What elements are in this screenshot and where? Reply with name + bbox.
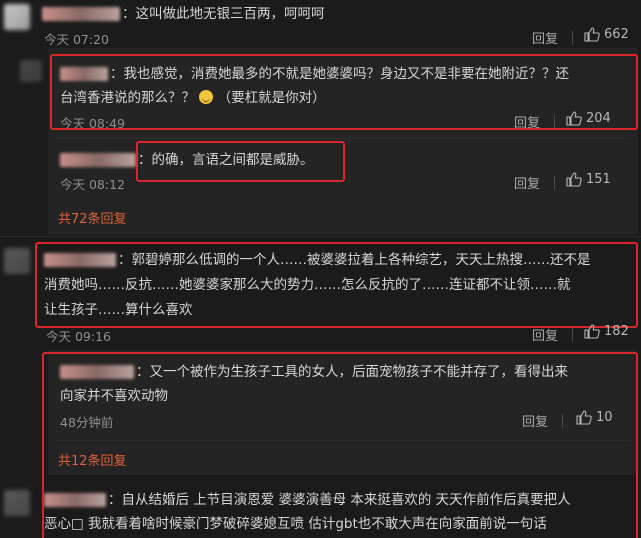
highlight-box (136, 141, 345, 182)
avatar[interactable] (4, 490, 30, 516)
timestamp: 今天 08:12 (60, 177, 125, 192)
timestamp: 今天 09:16 (46, 329, 111, 344)
avatar[interactable] (4, 4, 30, 30)
divider (0, 236, 641, 237)
reply-button[interactable]: 回复 (532, 325, 558, 344)
like-button[interactable]: 662 (584, 27, 629, 42)
avatar[interactable] (4, 248, 30, 274)
username[interactable] (60, 153, 136, 167)
like-count: 151 (586, 172, 611, 187)
like-count: 182 (604, 324, 629, 339)
comment-text: ：这叫做此地无银三百两，呵呵呵 (42, 4, 325, 24)
reply-button[interactable]: 回复 (532, 28, 558, 47)
like-button[interactable]: 151 (566, 172, 611, 187)
username[interactable] (42, 7, 120, 21)
reply-button[interactable]: 回复 (514, 173, 540, 192)
avatar[interactable] (20, 60, 42, 82)
divider (572, 328, 573, 342)
divider (56, 138, 630, 139)
thumbs-up-icon (584, 324, 600, 339)
highlight-box (35, 242, 638, 328)
divider (572, 31, 573, 45)
thumbs-up-icon (584, 27, 600, 42)
timestamp: 今天 07:20 (44, 32, 109, 47)
like-count: 662 (604, 27, 629, 42)
like-button[interactable]: 182 (584, 324, 629, 339)
highlight-box (42, 352, 638, 538)
divider (554, 176, 555, 190)
comment-text-line: ：这叫做此地无银三百两，呵呵呵 (122, 6, 325, 22)
thumbs-up-icon (566, 172, 582, 187)
highlight-box (50, 54, 638, 130)
view-replies-link[interactable]: 共72条回复 (58, 208, 127, 227)
